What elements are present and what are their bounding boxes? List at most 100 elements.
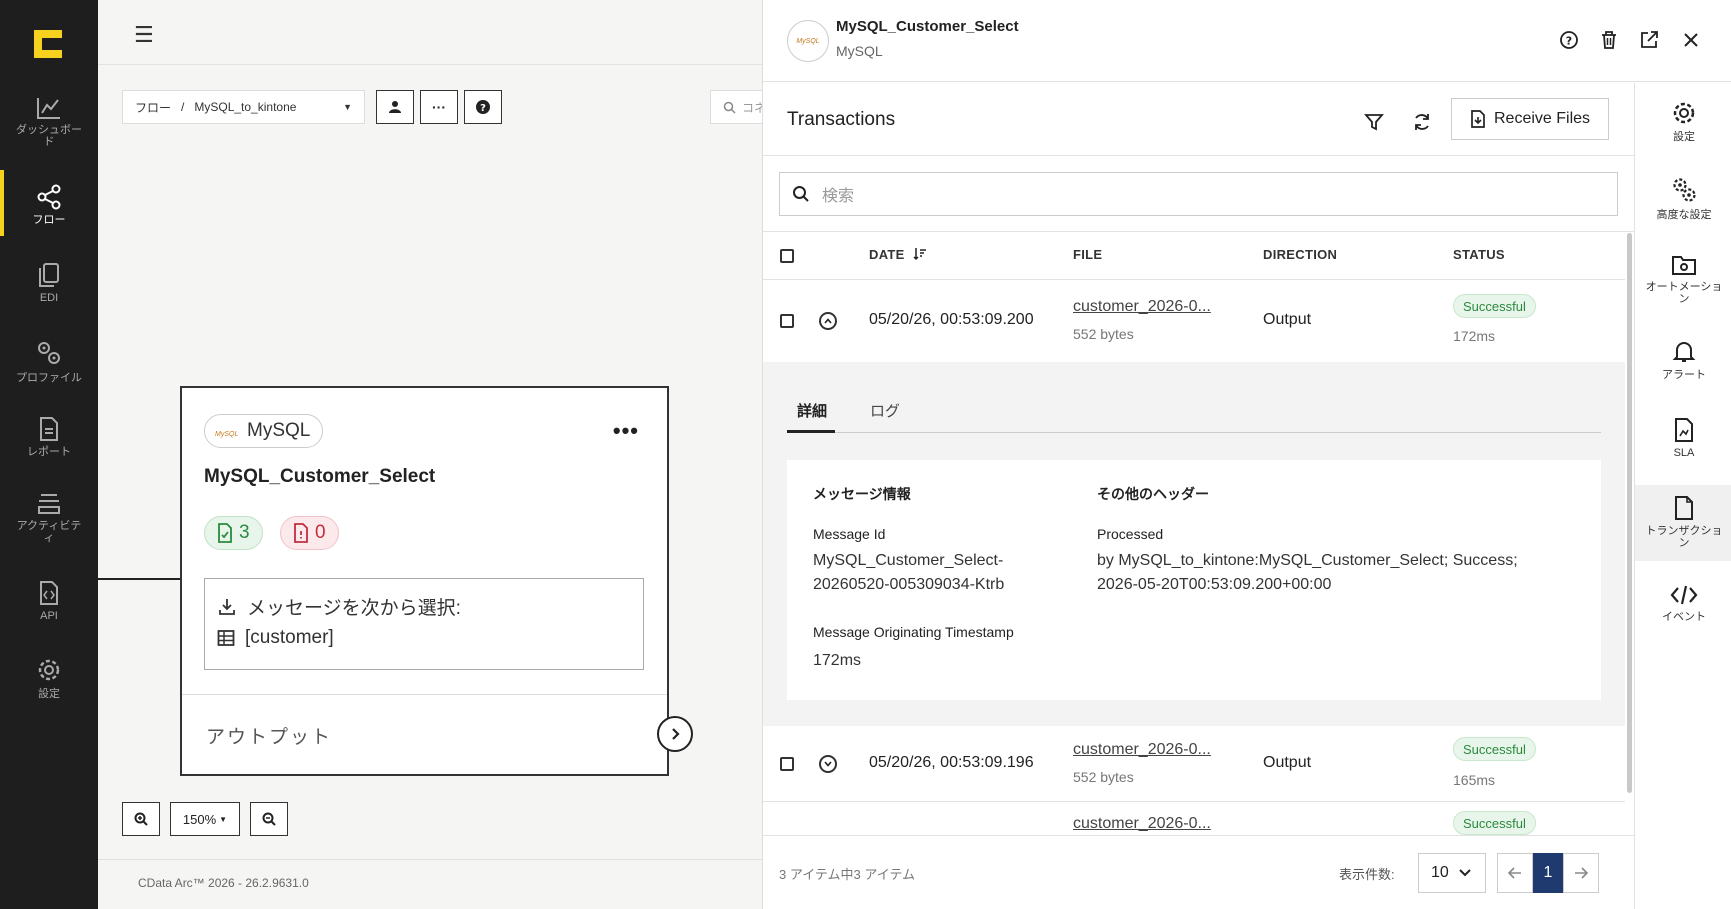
expand-row-button[interactable] [819,755,837,773]
status-badge: Successful [1453,737,1536,761]
trash-icon[interactable] [1597,28,1621,52]
flow-canvas: ☰ フロー / MySQL_to_kintone ▼ ··· ? コネ MySQ… [98,0,770,909]
search-icon [723,101,736,114]
external-link-icon[interactable] [1637,28,1661,52]
card-menu-icon[interactable]: ••• [613,418,639,444]
output-port-button[interactable] [657,716,693,752]
nav-profile[interactable]: プロファイル [0,338,98,384]
connector-sidebar: 設定 高度な設定 オートメーション アラート SLA トランザクション イベント [1634,83,1731,909]
sidebar-item-transactions[interactable]: トランザクション [1635,485,1731,561]
sidebar-item-sla[interactable]: SLA [1635,417,1731,459]
row-duration: 172ms [1453,328,1496,344]
arrow-left-icon [1508,867,1521,879]
sidebar-label: トランザクション [1645,525,1723,549]
help-button[interactable]: ? [464,90,502,124]
file-icon [1675,496,1693,520]
transactions-section: Transactions Receive Files 検索 DATE FILE … [763,83,1634,909]
row-file-size: 552 bytes [1073,326,1134,342]
prev-page-button[interactable] [1497,853,1533,893]
divider [763,279,1625,280]
zoom-level-select[interactable]: 150% ▼ [170,802,240,836]
column-header-direction[interactable]: DIRECTION [1263,247,1337,262]
per-page-select[interactable]: 10 [1418,853,1486,893]
more-options-button[interactable]: ··· [420,90,458,124]
select-all-checkbox[interactable] [780,249,794,263]
per-page-label: 表示件数: [1339,867,1395,882]
filter-icon[interactable] [1361,109,1387,135]
message-info-card: メッセージ情報 その他のヘッダー Message Id MySQL_Custom… [787,460,1601,700]
cdata-logo[interactable] [32,28,64,60]
message-id-label: Message Id [813,526,886,542]
breadcrumb[interactable]: フロー / MySQL_to_kintone ▼ [122,90,365,124]
column-header-status[interactable]: STATUS [1453,247,1505,262]
gears-icon [38,342,60,364]
divider [763,231,1634,232]
row-file-link[interactable]: customer_2026-0... [1073,815,1211,833]
zoom-out-button[interactable] [250,802,288,836]
connector-type-chip: MySQL MySQL [204,414,324,448]
gear-icon [1673,102,1695,124]
receive-files-button[interactable]: Receive Files [1451,98,1609,140]
sidebar-item-alerts[interactable]: アラート [1635,339,1731,381]
hamburger-icon[interactable]: ☰ [134,22,154,48]
error-count-badge[interactable]: 0 [280,516,339,550]
table-row: [customer] [217,627,334,649]
left-nav: ダッシュボード フロー EDI プロファイル レポート アクティビティ API … [0,0,98,909]
timestamp-value: 172ms [813,652,862,669]
sidebar-item-settings[interactable]: 設定 [1635,99,1731,143]
zoom-in-button[interactable] [122,802,160,836]
tab-details[interactable]: 詳細 [797,400,827,421]
row-checkbox[interactable] [780,757,794,771]
sidebar-item-advanced[interactable]: 高度な設定 [1635,175,1731,221]
version-text: CData Arc™ 2026 - 26.2.9631.0 [138,876,309,890]
tab-log[interactable]: ログ [870,400,900,421]
nav-report[interactable]: レポート [0,416,98,458]
nav-api[interactable]: API [0,580,98,622]
row-file-link[interactable]: customer_2026-0... [1073,298,1211,316]
question-circle-icon: ? [476,100,490,114]
breadcrumb-root[interactable]: フロー [135,99,171,116]
footer-divider [98,859,762,860]
nav-dashboard[interactable]: ダッシュボード [0,96,98,148]
help-icon[interactable]: ? [1557,28,1581,52]
ellipsis-icon: ··· [432,99,446,115]
refresh-icon[interactable] [1409,109,1435,135]
zoom-level: 150% [182,811,217,827]
scrollbar-thumb[interactable] [1627,233,1632,793]
output-label: アウトプット [206,727,333,748]
row-checkbox[interactable] [780,314,794,328]
column-header-file[interactable]: FILE [1073,247,1102,262]
next-page-button[interactable] [1563,853,1599,893]
connector-name: MySQL_Customer_Select [204,466,436,487]
folder-gear-icon [1672,256,1696,275]
transactions-title: Transactions [787,109,896,130]
row-file-link[interactable]: customer_2026-0... [1073,741,1211,759]
row-file-size: 552 bytes [1073,769,1134,785]
nav-activity[interactable]: アクティビティ [0,490,98,544]
sidebar-item-automation[interactable]: オートメーション [1635,253,1731,305]
message-id-value-line1: MySQL_Customer_Select- [813,552,1004,569]
page-button[interactable]: 1 [1533,853,1563,893]
close-icon[interactable] [1679,28,1703,52]
collapse-row-button[interactable] [819,312,837,330]
status-badge: Successful [1453,294,1536,318]
connector-card[interactable]: MySQL MySQL ••• MySQL_Customer_Select 3 … [180,386,693,776]
nav-label: ダッシュボード [16,124,82,148]
sidebar-item-events[interactable]: イベント [1635,583,1731,623]
success-count-badge[interactable]: 3 [204,516,263,550]
transactions-search-input[interactable]: 検索 [779,172,1618,216]
nav-settings[interactable]: 設定 [0,656,98,700]
nav-edi[interactable]: EDI [0,262,98,304]
sort-descending-icon [913,248,926,261]
nav-flow[interactable]: フロー [0,170,98,236]
sidebar-label: SLA [1673,447,1695,459]
column-header-date[interactable]: DATE [869,247,927,262]
sidebar-label: オートメーション [1645,281,1723,305]
nav-label: 設定 [38,688,60,700]
table-icon [217,630,235,646]
processed-value-line2: 2026-05-20T00:53:09.200+00:00 [1097,576,1332,593]
user-icon [389,101,401,113]
user-button[interactable] [376,90,414,124]
processed-label: Processed [1097,526,1164,542]
canvas-search-input[interactable]: コネ [710,90,770,124]
